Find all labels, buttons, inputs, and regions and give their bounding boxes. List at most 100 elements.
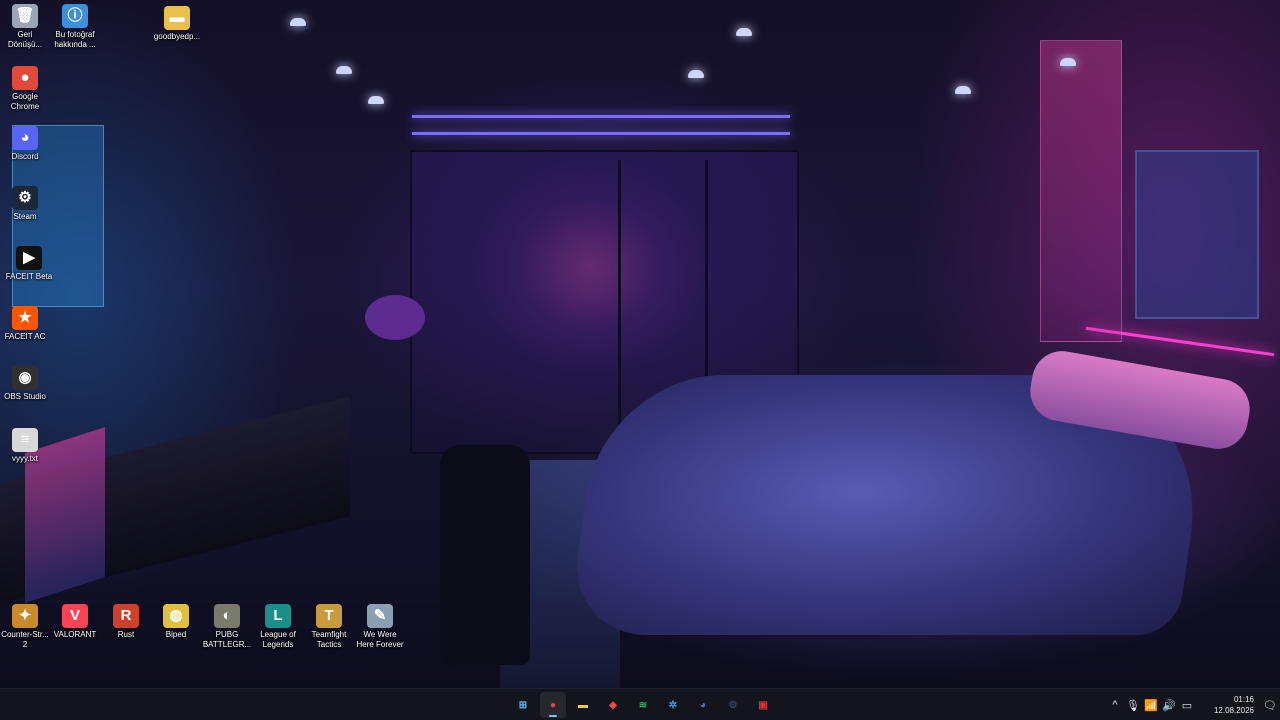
desktop-icon-biped[interactable]: ◍ Biped [151, 604, 201, 640]
desktop-icon-label: VALORANT [53, 630, 97, 639]
desktop-icon-recycle-bin[interactable]: 🗑 Geri Dönüşü... [0, 4, 50, 50]
start-button[interactable]: ⊞ [510, 692, 536, 718]
chrome-icon: ● [549, 699, 557, 711]
notification-center-icon[interactable]: 🗨 [1260, 699, 1280, 712]
wallpaper-desk [0, 396, 350, 604]
counter-strike-icon: ✦ [12, 604, 38, 628]
wallpaper-neon [412, 115, 790, 118]
valorant-icon: V [62, 604, 88, 628]
taskbar-spotify-button[interactable]: ≋ [630, 692, 656, 718]
discord-icon: ◕ [699, 699, 707, 711]
microphone-icon[interactable]: 🎙 [1124, 699, 1142, 712]
desktop-icon-valorant[interactable]: V VALORANT [50, 604, 100, 640]
wallpaper-lamp [955, 86, 971, 94]
desktop-icon-label: goodbyedp... [153, 32, 201, 41]
teamfight-tactics-icon: T [316, 604, 342, 628]
desktop-icon-label: Bu fotoğraf hakkında ... [54, 30, 96, 49]
taskbar-chrome-button[interactable]: ● [540, 692, 566, 718]
faceit-icon: ▶ [16, 246, 42, 270]
folder-icon: ▬ [578, 699, 588, 711]
windows-logo-icon: ⊞ [518, 699, 528, 711]
desktop-icon-bu-fotograf[interactable]: ⓘ Bu fotoğraf hakkında ... [50, 4, 100, 50]
volume-icon[interactable]: 🔊 [1160, 699, 1178, 712]
taskbar-apps: ⊞ ● ▬ ◆ ≋ ✲ ◕ ⚙ ▣ [510, 692, 776, 718]
desktop-icon-label: Discord [11, 152, 39, 161]
pubg-icon: ◐ [214, 604, 240, 628]
taskbar-discord-button[interactable]: ◕ [690, 692, 716, 718]
wallpaper-panel [1040, 40, 1122, 342]
wallpaper-mullion [705, 160, 708, 445]
desktop-icon-label: We Were Here Forever [356, 630, 404, 649]
wallpaper-pillow [1025, 346, 1255, 454]
desktop-icon-label: Rust [117, 630, 135, 639]
taskbar: ⊞ ● ▬ ◆ ≋ ✲ ◕ ⚙ ▣ ^ 🎙 📶 🔊 ▭ 01:16 12.08.… [0, 688, 1280, 720]
wallpaper-rug [500, 460, 620, 690]
system-tray: ^ 🎙 📶 🔊 ▭ 01:16 12.08.2026 🗨 [1106, 689, 1280, 720]
red-square-app-icon: ▣ [758, 699, 768, 711]
chrome-icon: ● [12, 66, 38, 90]
gear-icon: ✲ [668, 699, 678, 711]
battery-icon[interactable]: ▭ [1178, 699, 1196, 712]
rust-icon: R [113, 604, 139, 628]
desktop-icon-teamfight-tactics[interactable]: T Teamfight Tactics [304, 604, 354, 650]
biped-icon: ◍ [163, 604, 189, 628]
desktop-icon-counter-strike[interactable]: ✦ Counter-Str... 2 [0, 604, 50, 650]
desktop-icon-goodbyedp-folder[interactable]: ▬ goodbyedp... [152, 6, 202, 42]
wallpaper-lamp [290, 18, 306, 26]
spotify-icon: ≋ [638, 699, 648, 711]
desktop-icon-google-chrome[interactable]: ● Google Chrome [0, 66, 50, 112]
we-were-here-forever-icon: ✎ [367, 604, 393, 628]
desktop-icon-label: PUBG BATTLEGR... [202, 630, 252, 649]
wallpaper-neon [412, 132, 790, 135]
red-diamond-icon: ◆ [609, 699, 617, 711]
desktop-icon-discord[interactable]: ◕ Discord [0, 126, 50, 162]
desktop-icon-label: Counter-Str... 2 [1, 630, 49, 649]
wallpaper-lamp [368, 96, 384, 104]
desktop-icon-rust[interactable]: R Rust [101, 604, 151, 640]
obs-icon: ◉ [12, 366, 38, 390]
folder-icon: ▬ [164, 6, 190, 30]
desktop-icon-label: vyyy.txt [11, 454, 39, 463]
desktop-icon-label: FACEIT AC [4, 332, 46, 341]
recycle-bin-icon: 🗑 [12, 4, 38, 28]
desktop-icon-label: Biped [165, 630, 187, 639]
wallpaper-mullion [618, 160, 621, 445]
league-of-legends-icon: L [265, 604, 291, 628]
desktop-icon-league-of-legends[interactable]: L League of Legends [253, 604, 303, 650]
wallpaper-bed [566, 375, 1214, 635]
desktop[interactable]: 🗑 Geri Dönüşü... ⓘ Bu fotoğraf hakkında … [0, 0, 1280, 720]
desktop-icon-label: League of Legends [260, 630, 296, 649]
desktop-icon-we-were-here-forever[interactable]: ✎ We Were Here Forever [355, 604, 405, 650]
desktop-icon-label: FACEIT Beta [5, 272, 53, 281]
desktop-icon-faceit[interactable]: ▶ FACEIT Beta [4, 246, 54, 282]
text-file-icon: ≡ [12, 428, 38, 452]
desktop-icon-steam[interactable]: ⚙ Steam [0, 186, 50, 222]
desktop-icon-label: Google Chrome [10, 92, 40, 111]
wallpaper-screen [1135, 150, 1259, 319]
wallpaper-lamp [736, 28, 752, 36]
desktop-icon-faceit-ac[interactable]: ★ FACEIT AC [0, 306, 50, 342]
taskbar-file-explorer-button[interactable]: ▬ [570, 692, 596, 718]
wifi-icon[interactable]: 📶 [1142, 699, 1160, 712]
desktop-icon-pubg[interactable]: ◐ PUBG BATTLEGR... [202, 604, 252, 650]
desktop-icon-label: Geri Dönüşü... [7, 30, 43, 49]
desktop-icon-obs-studio[interactable]: ◉ OBS Studio [0, 366, 50, 402]
info-photo-icon: ⓘ [62, 4, 88, 28]
show-hidden-icons-chevron-icon[interactable]: ^ [1106, 699, 1124, 711]
taskbar-steam-button[interactable]: ⚙ [720, 692, 746, 718]
taskbar-gear-app-button[interactable]: ✲ [660, 692, 686, 718]
wallpaper-lamp [336, 66, 352, 74]
wallpaper-window [410, 150, 799, 454]
taskbar-red-square-app-button[interactable]: ▣ [750, 692, 776, 718]
taskbar-red-diamond-app-button[interactable]: ◆ [600, 692, 626, 718]
wallpaper-neon [1085, 326, 1275, 357]
desktop-icon-label: OBS Studio [4, 392, 46, 401]
wallpaper-chair [440, 445, 530, 665]
steam-icon: ⚙ [12, 186, 38, 210]
wallpaper-plant [365, 295, 425, 340]
faceit-ac-icon: ★ [12, 306, 38, 330]
clock[interactable]: 01:16 12.08.2026 [1196, 694, 1254, 716]
desktop-icon-vyyy-txt[interactable]: ≡ vyyy.txt [0, 428, 50, 464]
desktop-icon-label: Steam [13, 212, 37, 221]
wallpaper-lamp [688, 70, 704, 78]
